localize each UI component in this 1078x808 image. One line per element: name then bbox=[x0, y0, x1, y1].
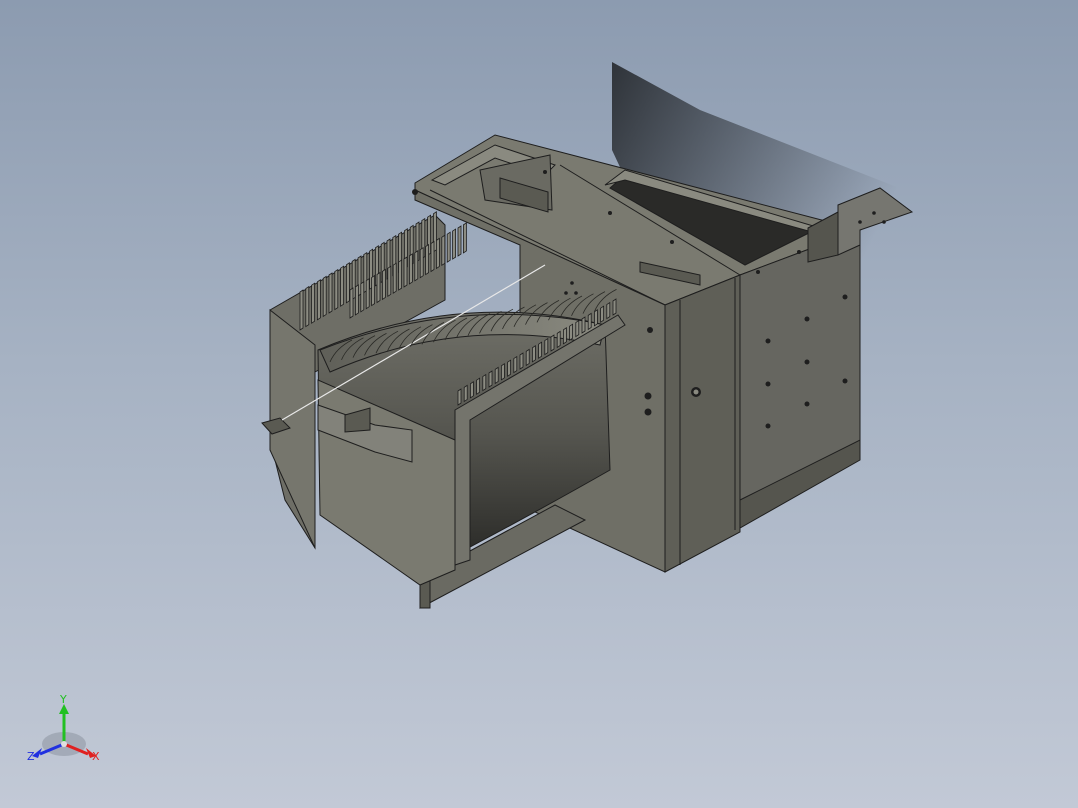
axis-triad[interactable]: Y X Z bbox=[24, 692, 108, 776]
triad-origin bbox=[61, 741, 67, 747]
frame-right-face bbox=[664, 274, 741, 573]
z-axis-label: Z bbox=[27, 750, 35, 763]
y-axis-label: Y bbox=[59, 693, 67, 706]
cad-3d-viewport[interactable]: Y X Z bbox=[0, 0, 1078, 808]
wafer-cassette-assembly-model[interactable] bbox=[0, 0, 1078, 808]
x-axis-label: X bbox=[92, 750, 100, 763]
